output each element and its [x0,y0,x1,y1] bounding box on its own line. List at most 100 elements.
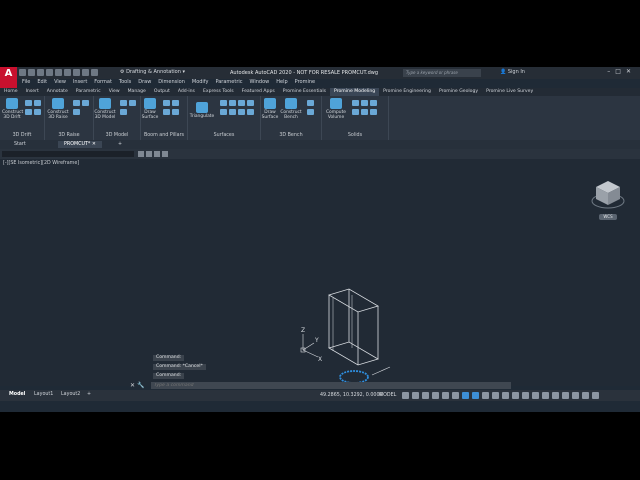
drift-tool-4-icon[interactable] [34,109,41,115]
open-icon[interactable] [28,69,35,76]
solid-tool-2-icon[interactable] [361,100,368,106]
tab-promine-modeling[interactable]: Promine Modeling [330,88,380,96]
triangulate-button[interactable]: Triangulate [188,102,216,119]
construct-3d-model-button[interactable]: Construct 3D Model [94,98,116,120]
menu-view[interactable]: View [54,79,66,87]
command-input[interactable] [151,382,511,389]
tab-home[interactable]: Home [0,88,22,96]
menu-window[interactable]: Window [250,79,270,87]
hardware-acceleration-icon[interactable] [572,392,579,399]
viewcube[interactable] [590,177,626,215]
maximize-icon[interactable]: □ [615,68,626,75]
surface-tool-2-icon[interactable] [229,100,236,106]
share-icon[interactable] [91,69,98,76]
redo-icon[interactable] [82,69,89,76]
menu-format[interactable]: Format [94,79,112,87]
menu-parametric[interactable]: Parametric [215,79,242,87]
clean-screen-icon[interactable] [582,392,589,399]
add-layout-button[interactable]: + [87,392,91,397]
surface-tool-1-icon[interactable] [220,100,227,106]
draw-surface-bench-button[interactable]: Draw Surface [261,98,279,120]
wcs-menu[interactable]: WCS [599,214,617,220]
menu-edit[interactable]: Edit [37,79,47,87]
file-path-field[interactable] [2,151,134,157]
layout-tab-layout2[interactable]: Layout2 [61,392,80,397]
transparency-icon[interactable] [492,392,499,399]
grid-icon[interactable] [402,392,409,399]
tab-promine-live-survey[interactable]: Promine Live Survey [482,88,537,96]
menu-file[interactable]: File [22,79,30,87]
construct-bench-button[interactable]: Construct Bench [280,98,302,120]
tab-featured-apps[interactable]: Featured Apps [238,88,279,96]
boom-tool-1-icon[interactable] [163,100,170,106]
menu-help[interactable]: Help [276,79,287,87]
tool-icon[interactable] [154,151,160,157]
layout-tab-layout1[interactable]: Layout1 [34,392,53,397]
tab-parametric[interactable]: Parametric [72,88,105,96]
tab-promine-engineering[interactable]: Promine Engineering [379,88,435,96]
tool-icon[interactable] [146,151,152,157]
solid-tool-3-icon[interactable] [370,100,377,106]
tab-express-tools[interactable]: Express Tools [199,88,238,96]
plus-icon[interactable] [552,392,559,399]
menu-dimension[interactable]: Dimension [158,79,185,87]
drift-tool-2-icon[interactable] [34,100,41,106]
osnap-icon[interactable] [462,392,469,399]
surface-tool-8-icon[interactable] [247,109,254,115]
draw-surface-button[interactable]: Draw Surface [141,98,159,120]
menu-tools[interactable]: Tools [119,79,131,87]
cloud-icon[interactable] [55,69,62,76]
tab-annotate[interactable]: Annotate [43,88,72,96]
surface-tool-6-icon[interactable] [229,109,236,115]
selection-cycling-icon[interactable] [502,392,509,399]
boom-tool-4-icon[interactable] [172,109,179,115]
solid-tool-1-icon[interactable] [352,100,359,106]
tab-promcut[interactable]: PROMCUT* ✕ [58,141,102,148]
isodraft-icon[interactable] [442,392,449,399]
coordinate-readout[interactable]: 49.2865, 10.3292, 0.0000 [320,393,383,398]
tab-promine-geology[interactable]: Promine Geology [435,88,482,96]
save-as-icon[interactable] [46,69,53,76]
raise-tool-1-icon[interactable] [73,100,80,106]
tab-output[interactable]: Output [150,88,174,96]
construct-3d-drift-button[interactable]: Construct 3D Drift [2,98,23,120]
tab-add-ins[interactable]: Add-ins [174,88,199,96]
3d-osnap-icon[interactable] [512,392,519,399]
surface-tool-4-icon[interactable] [247,100,254,106]
raise-tool-2-icon[interactable] [82,100,89,106]
raise-tool-3-icon[interactable] [73,109,80,115]
bench-tool-1-icon[interactable] [307,100,314,106]
object-snap-icon[interactable] [472,392,479,399]
menu-draw[interactable]: Draw [138,79,151,87]
solid-tool-6-icon[interactable] [370,109,377,115]
polar-icon[interactable] [432,392,439,399]
drawing-viewport[interactable]: [-][SE Isometric][2D Wireframe] Z Y X WC… [0,159,640,386]
undo-icon[interactable] [73,69,80,76]
tool-icon[interactable] [162,151,168,157]
sign-in-button[interactable]: 👤 Sign In [500,69,525,75]
surface-tool-7-icon[interactable] [238,109,245,115]
raise-wireframe-model[interactable] [328,288,379,366]
surface-tool-3-icon[interactable] [238,100,245,106]
new-icon[interactable] [19,69,26,76]
tool-icon[interactable] [138,151,144,157]
construct-3d-raise-button[interactable]: Construct 3D Raise [47,98,69,120]
tab-manage[interactable]: Manage [124,88,150,96]
tab-start[interactable]: Start [8,141,32,148]
model-tool-2-icon[interactable] [129,100,136,106]
tab-insert[interactable]: Insert [22,88,43,96]
lineweight-icon[interactable] [482,392,489,399]
wrench-icon[interactable]: 🔧 [137,382,144,389]
workspace-switcher[interactable]: ⚙ Drafting & Annotation ▾ [120,69,185,75]
drift-tool-3-icon[interactable] [25,109,32,115]
annotation-scale-icon[interactable] [532,392,539,399]
tab-promine-essentials[interactable]: Promine Essentials [279,88,330,96]
application-menu-button[interactable]: A [0,67,17,89]
dynamic-ucs-icon[interactable] [522,392,529,399]
model-tool-1-icon[interactable] [120,100,127,106]
save-icon[interactable] [37,69,44,76]
osnap-tracking-icon[interactable] [452,392,459,399]
drift-tool-1-icon[interactable] [25,100,32,106]
tab-view[interactable]: View [105,88,124,96]
close-icon[interactable]: ✕ 🔧 [130,382,144,389]
